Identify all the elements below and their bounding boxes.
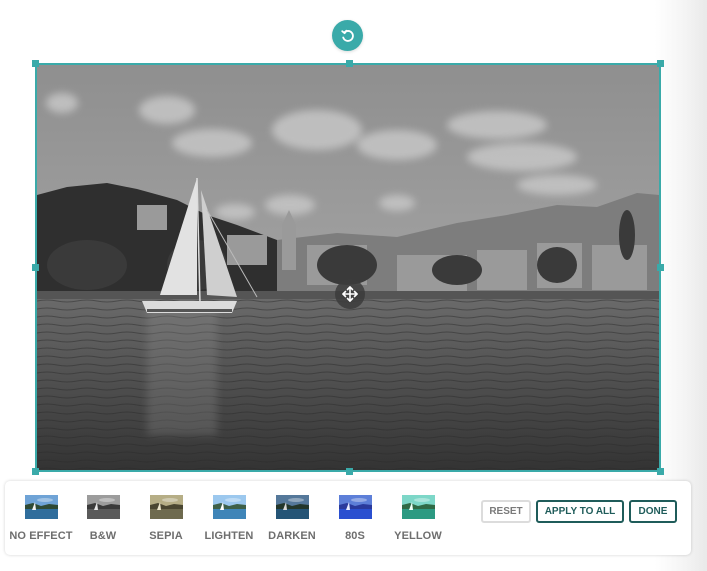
resize-handle-right[interactable] <box>657 264 664 271</box>
effect-yellow[interactable]: YELLOW <box>390 481 446 555</box>
effect-thumbnail <box>212 495 246 519</box>
resize-handle-left[interactable] <box>32 264 39 271</box>
effect-thumbnail <box>86 495 120 519</box>
effects-panel: NO EFFECT B&W SEPIA LIGHTEN DARKEN 80S Y… <box>5 481 691 555</box>
effect-thumbnail <box>149 495 183 519</box>
rotate-icon <box>340 29 354 42</box>
move-handle[interactable] <box>335 279 365 309</box>
effect-lighten[interactable]: LIGHTEN <box>200 481 258 555</box>
photo-scene <box>37 65 659 470</box>
effect-80s[interactable]: 80S <box>330 481 380 555</box>
resize-handle-bottom-left[interactable] <box>32 468 39 475</box>
resize-handle-top-right[interactable] <box>657 60 664 67</box>
effect-thumbnail <box>275 495 309 519</box>
effect-label: YELLOW <box>394 530 442 542</box>
resize-handle-top[interactable] <box>346 60 353 67</box>
apply-to-all-button[interactable]: APPLY TO ALL <box>536 500 624 523</box>
effect-label: DARKEN <box>268 530 316 542</box>
resize-handle-bottom[interactable] <box>346 468 353 475</box>
effect-label: 80S <box>345 530 365 542</box>
move-icon <box>342 286 358 302</box>
effect-thumbnail <box>401 495 435 519</box>
effect-thumbnail <box>338 495 372 519</box>
resize-handle-top-left[interactable] <box>32 60 39 67</box>
effect-label: B&W <box>89 530 117 542</box>
done-button[interactable]: DONE <box>629 500 677 523</box>
rotate-handle[interactable] <box>332 20 363 51</box>
effect-darken[interactable]: DARKEN <box>264 481 320 555</box>
photo <box>37 65 659 470</box>
effect-sepia[interactable]: SEPIA <box>141 481 191 555</box>
effect-no-effect[interactable]: NO EFFECT <box>7 481 75 555</box>
image-frame[interactable] <box>32 60 664 475</box>
effect-thumbnail <box>24 495 58 519</box>
resize-handle-bottom-right[interactable] <box>657 468 664 475</box>
effect-bw[interactable]: B&W <box>78 481 128 555</box>
effect-label: NO EFFECT <box>9 530 73 542</box>
effect-label: LIGHTEN <box>204 530 254 542</box>
effect-label: SEPIA <box>149 530 183 542</box>
reset-button[interactable]: RESET <box>481 500 531 523</box>
